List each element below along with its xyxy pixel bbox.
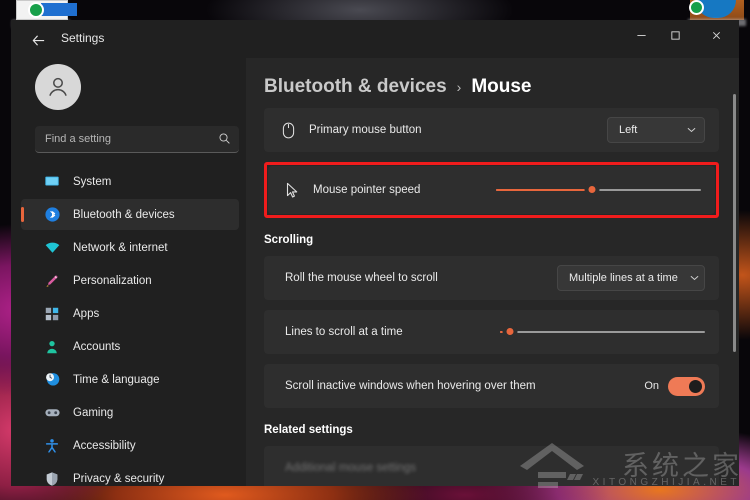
desktop-icon-left[interactable] [16,0,68,20]
row-label-partial: Additional mouse settings [285,462,705,474]
scroll-inactive-toggle-wrap: On [644,377,705,396]
row-mouse-pointer-speed: Mouse pointer speed [268,166,715,214]
scrollbar-thumb[interactable] [733,94,736,352]
title-bar: Settings [11,20,739,58]
breadcrumb-parent[interactable]: Bluetooth & devices [264,76,447,98]
section-title-scrolling: Scrolling [264,234,719,246]
row-primary-mouse-button: Primary mouse button Left [264,108,719,152]
chevron-down-icon [690,273,699,283]
display-monitor-icon [43,173,61,191]
close-icon [711,30,722,41]
gamepad-icon [43,404,61,422]
window-body: System Bluetooth & devices [11,58,739,486]
search-box [35,126,239,153]
sidebar-item-label: Personalization [73,275,152,287]
row-roll-mouse-wheel: Roll the mouse wheel to scroll Multiple … [264,256,719,300]
sidebar-nav: System Bluetooth & devices [21,166,239,486]
row-scroll-inactive-windows: Scroll inactive windows when hovering ov… [264,364,719,408]
scroll-inactive-windows-toggle[interactable] [668,377,705,396]
wifi-icon [43,239,61,257]
close-button[interactable] [699,20,733,50]
toggle-state-label: On [644,380,659,392]
slider-thumb[interactable] [586,183,599,196]
chevron-down-icon [687,125,696,135]
row-label: Lines to scroll at a time [285,326,500,338]
wheel-scroll-dropdown[interactable]: Multiple lines at a time [557,265,705,291]
desktop-icon-right-badge [689,0,704,15]
sidebar-item-label: Time & language [73,374,160,386]
accessibility-icon [43,437,61,455]
sidebar-item-label: Gaming [73,407,113,419]
mouse-device-icon [277,122,299,139]
row-label: Mouse pointer speed [313,184,496,196]
breadcrumb: Bluetooth & devices › Mouse [264,76,719,98]
shield-icon [43,470,61,487]
sidebar-item-personalization[interactable]: Personalization [21,265,239,296]
highlight-annotation-box: Mouse pointer speed [264,162,719,218]
primary-mouse-button-dropdown[interactable]: Left [607,117,705,143]
slider-thumb[interactable] [504,325,517,338]
search-input[interactable] [35,126,239,153]
desktop-icon-right[interactable] [690,0,744,20]
back-arrow-icon [31,33,46,48]
person-icon [43,338,61,356]
bluetooth-icon [43,206,61,224]
sidebar-item-label: Network & internet [73,242,168,254]
avatar[interactable] [35,64,81,110]
sidebar-item-label: Privacy & security [73,473,164,485]
sidebar-item-accounts[interactable]: Accounts [21,331,239,362]
main-scroll-area: Bluetooth & devices › Mouse Primary mous… [246,58,739,486]
sidebar-item-label: System [73,176,111,188]
apps-grid-icon [43,305,61,323]
sidebar-item-privacy-security[interactable]: Privacy & security [21,463,239,486]
sidebar-item-time-language[interactable]: Time & language [21,364,239,395]
lines-to-scroll-slider[interactable] [500,322,705,342]
sidebar-item-system[interactable]: System [21,166,239,197]
sidebar-item-accessibility[interactable]: Accessibility [21,430,239,461]
maximize-icon [670,30,681,41]
sidebar-item-label: Accessibility [73,440,136,452]
mouse-pointer-speed-slider[interactable] [496,180,701,200]
sidebar-item-bluetooth-devices[interactable]: Bluetooth & devices [21,199,239,230]
sidebar-item-label: Apps [73,308,99,320]
paintbrush-icon [43,272,61,290]
mouse-cursor-icon [281,182,303,199]
user-avatar-icon [45,74,71,100]
row-label: Roll the mouse wheel to scroll [285,272,557,284]
row-related-settings-partial[interactable]: Additional mouse settings [264,446,719,486]
clock-globe-icon [43,371,61,389]
row-label: Scroll inactive windows when hovering ov… [285,380,644,392]
sidebar-item-label: Accounts [73,341,120,353]
row-label: Primary mouse button [309,124,607,136]
breadcrumb-separator: › [457,79,462,95]
row-lines-to-scroll: Lines to scroll at a time [264,310,719,354]
dropdown-value: Left [619,124,675,136]
maximize-button[interactable] [658,20,692,50]
dropdown-value: Multiple lines at a time [569,272,678,284]
sidebar: System Bluetooth & devices [11,58,246,486]
section-title-related-settings: Related settings [264,424,719,436]
minimize-button[interactable] [624,20,658,50]
app-title: Settings [61,31,104,45]
toggle-knob [689,380,702,393]
sidebar-item-apps[interactable]: Apps [21,298,239,329]
sidebar-item-label: Bluetooth & devices [73,209,175,221]
back-button[interactable] [23,26,53,54]
sidebar-item-network-internet[interactable]: Network & internet [21,232,239,263]
minimize-icon [636,30,647,41]
slider-fill [496,189,592,191]
desktop-icon-left-badge [28,2,44,18]
settings-window: Settings [11,20,739,486]
page-title: Mouse [471,76,531,98]
sidebar-item-gaming[interactable]: Gaming [21,397,239,428]
main-content: Bluetooth & devices › Mouse Primary mous… [246,58,739,486]
desktop-icon-left-glyph [41,3,77,16]
slider-track [500,331,705,333]
